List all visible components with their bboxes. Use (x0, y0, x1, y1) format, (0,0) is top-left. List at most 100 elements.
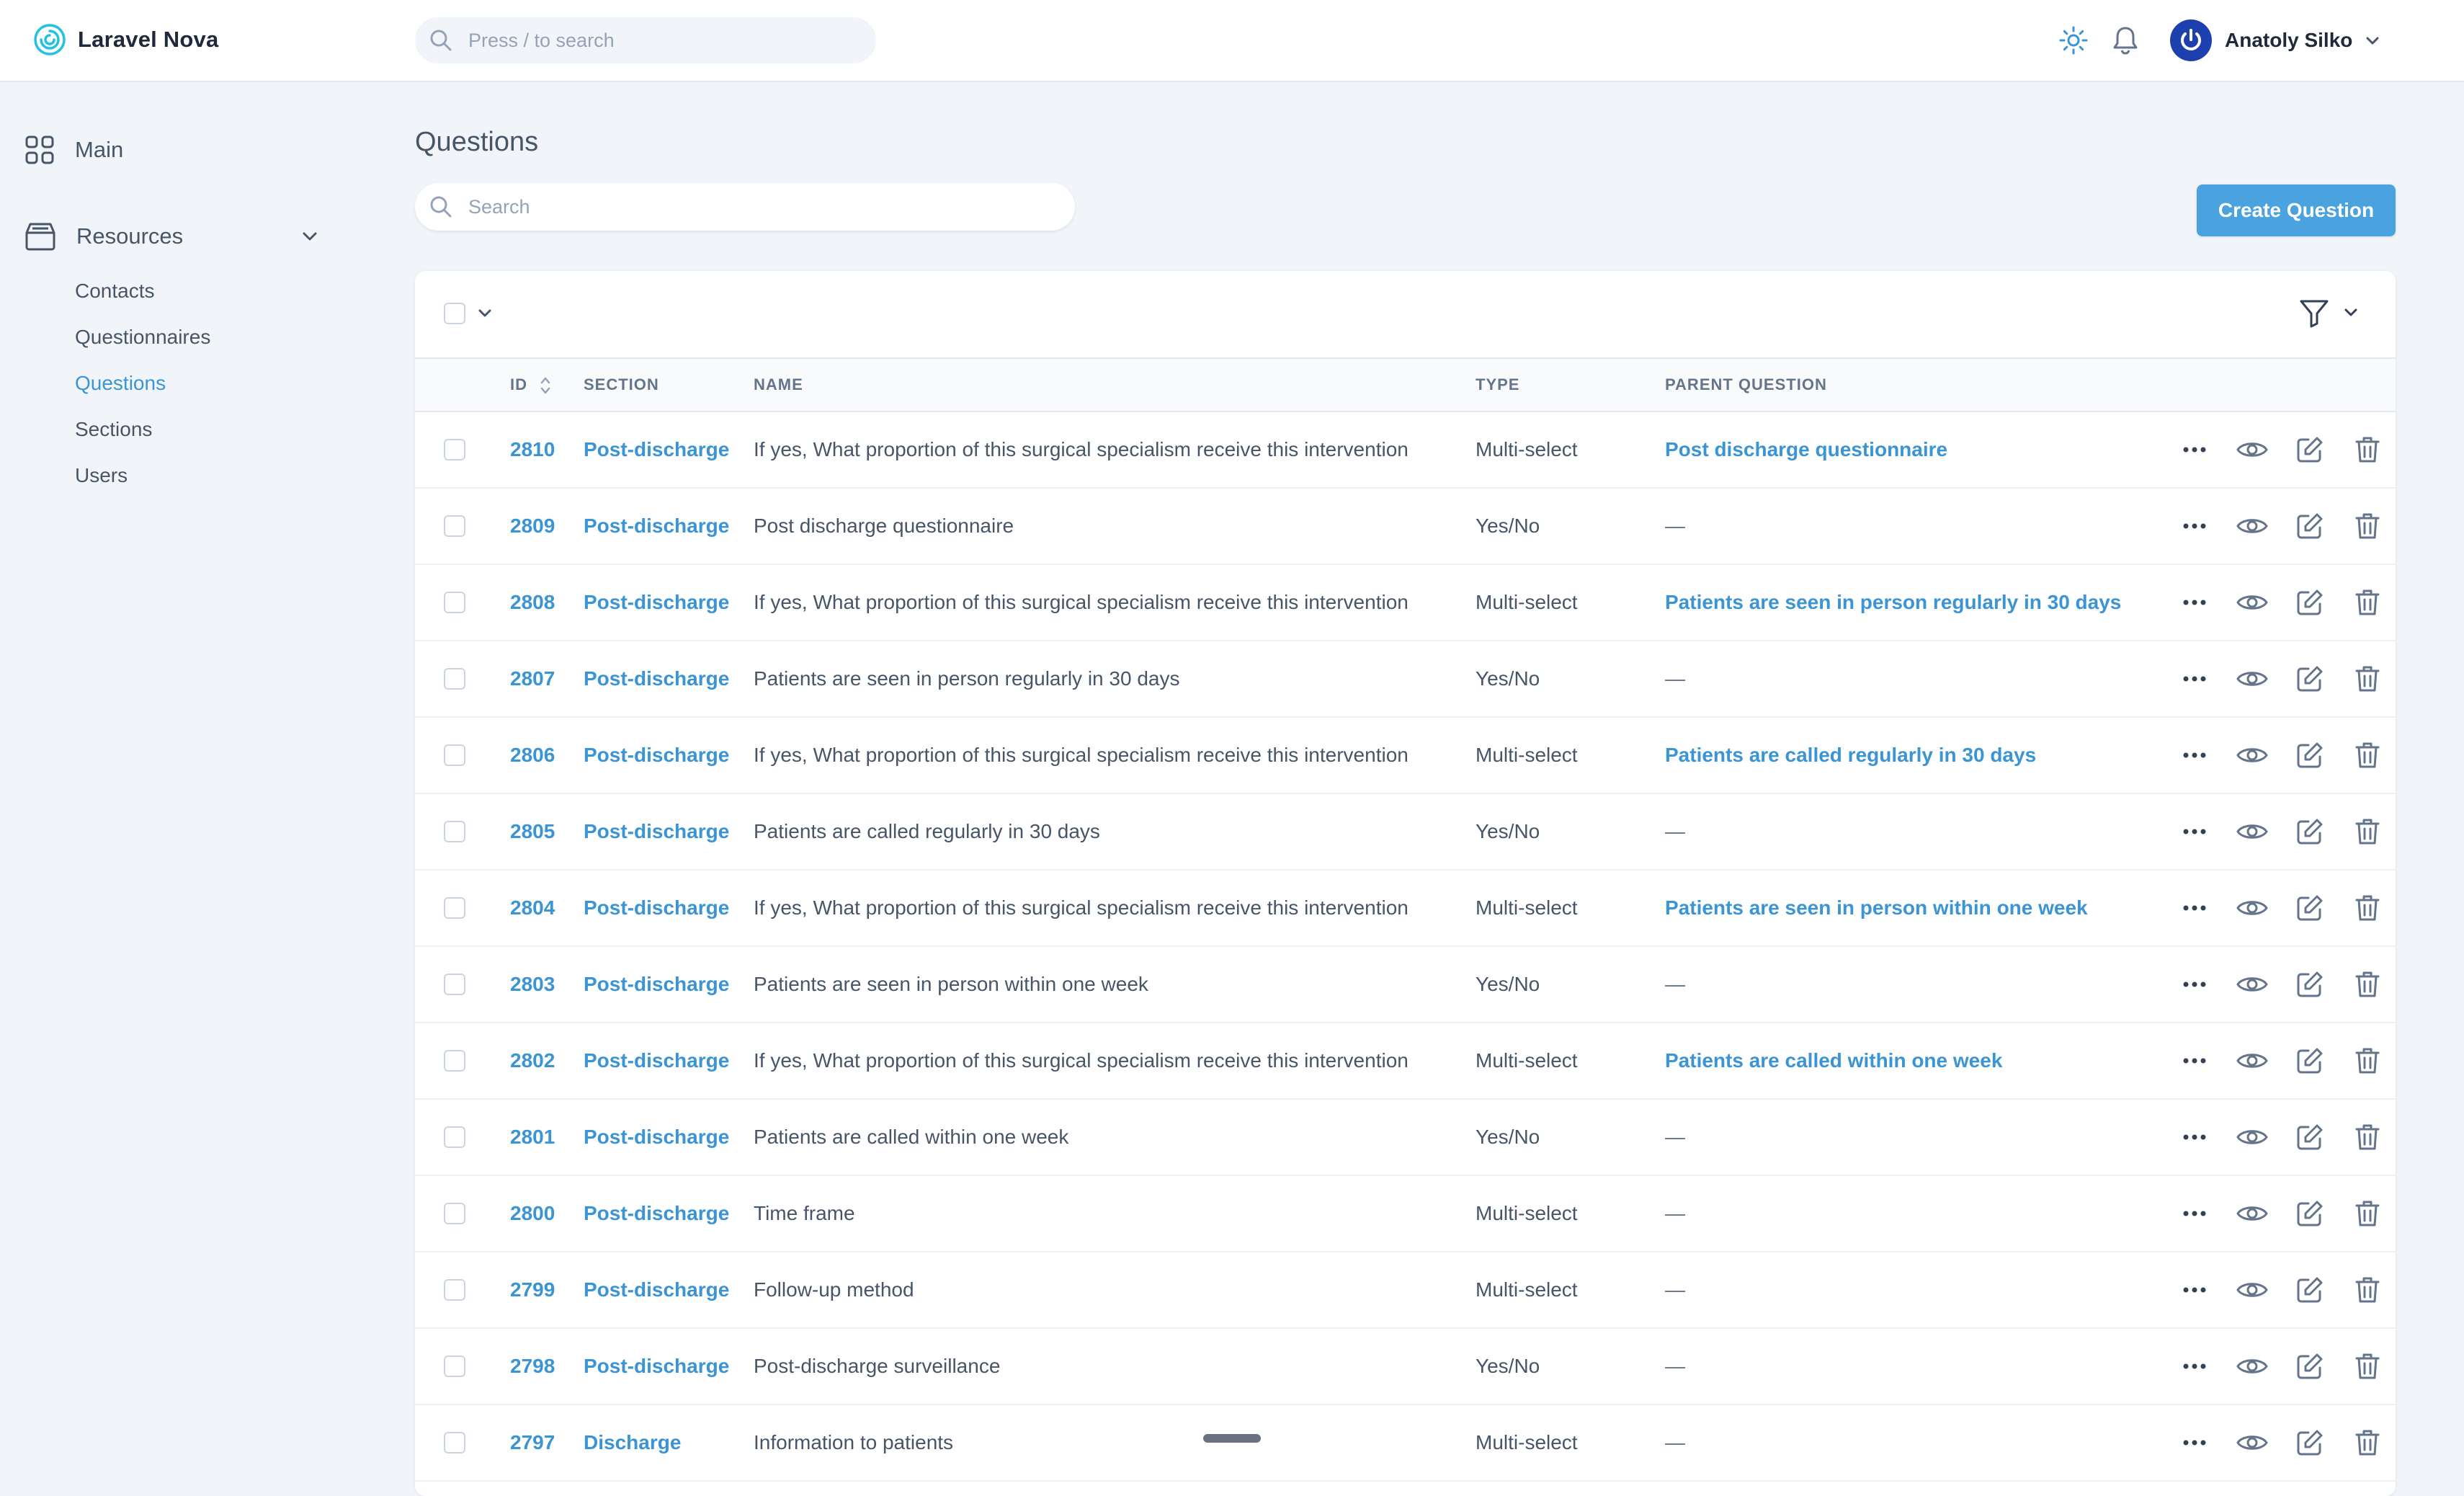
row-more-button[interactable] (2166, 565, 2223, 640)
row-more-button[interactable] (2166, 718, 2223, 793)
row-checkbox[interactable] (444, 1203, 465, 1224)
row-more-button[interactable] (2166, 794, 2223, 869)
row-view-button[interactable] (2223, 1405, 2281, 1480)
row-delete-button[interactable] (2339, 947, 2396, 1022)
row-delete-button[interactable] (2339, 1329, 2396, 1404)
row-id-link[interactable]: 2804 (510, 871, 555, 945)
row-delete-button[interactable] (2339, 1100, 2396, 1175)
row-checkbox[interactable] (444, 821, 465, 842)
table-row[interactable]: 2801 Post-discharge Patients are called … (415, 1100, 2396, 1176)
table-row[interactable]: 2806 Post-discharge If yes, What proport… (415, 718, 2396, 794)
row-more-button[interactable] (2166, 871, 2223, 945)
brand-logo[interactable]: Laravel Nova (33, 20, 218, 59)
row-checkbox[interactable] (444, 668, 465, 690)
row-more-button[interactable] (2166, 641, 2223, 716)
row-edit-button[interactable] (2281, 1252, 2339, 1327)
row-view-button[interactable] (2223, 718, 2281, 793)
row-edit-button[interactable] (2281, 412, 2339, 487)
row-parent-question-link[interactable]: Post discharge questionnaire (1665, 412, 1947, 487)
row-edit-button[interactable] (2281, 1023, 2339, 1098)
row-section-link[interactable]: Post-discharge (584, 871, 729, 945)
row-delete-button[interactable] (2339, 1176, 2396, 1251)
row-id-link[interactable]: 2800 (510, 1176, 555, 1251)
table-row[interactable]: 2810 Post-discharge If yes, What proport… (415, 412, 2396, 489)
row-id-link[interactable]: 2810 (510, 412, 555, 487)
column-header-id[interactable]: ID (510, 359, 551, 411)
row-view-button[interactable] (2223, 1329, 2281, 1404)
row-id-link[interactable]: 2807 (510, 641, 555, 716)
row-delete-button[interactable] (2339, 489, 2396, 564)
row-edit-button[interactable] (2281, 718, 2339, 793)
table-row[interactable]: 2804 Post-discharge If yes, What proport… (415, 871, 2396, 947)
row-more-button[interactable] (2166, 1023, 2223, 1098)
row-more-button[interactable] (2166, 947, 2223, 1022)
row-view-button[interactable] (2223, 412, 2281, 487)
row-section-link[interactable]: Post-discharge (584, 794, 729, 869)
row-parent-question-link[interactable]: Patients are seen in person within one w… (1665, 871, 2088, 945)
row-section-link[interactable]: Post-discharge (584, 1023, 729, 1098)
row-checkbox[interactable] (444, 974, 465, 995)
sidebar-item-questions[interactable]: Questions (75, 360, 210, 406)
create-question-button[interactable]: Create Question (2197, 184, 2396, 236)
table-row[interactable]: 2797 Discharge Information to patients M… (415, 1405, 2396, 1482)
row-section-link[interactable]: Discharge (584, 1405, 681, 1480)
row-view-button[interactable] (2223, 641, 2281, 716)
table-row[interactable]: 2805 Post-discharge Patients are called … (415, 794, 2396, 871)
row-checkbox[interactable] (444, 592, 465, 613)
resource-search[interactable] (415, 183, 1075, 231)
row-id-link[interactable]: 2806 (510, 718, 555, 793)
row-edit-button[interactable] (2281, 1176, 2339, 1251)
row-edit-button[interactable] (2281, 794, 2339, 869)
select-all-control[interactable] (444, 303, 494, 324)
row-delete-button[interactable] (2339, 794, 2396, 869)
table-row[interactable]: 2798 Post-discharge Post-discharge surve… (415, 1329, 2396, 1405)
table-row[interactable]: 2807 Post-discharge Patients are seen in… (415, 641, 2396, 718)
row-checkbox[interactable] (444, 1279, 465, 1301)
row-section-link[interactable]: Post-discharge (584, 489, 729, 564)
row-id-link[interactable]: 2803 (510, 947, 555, 1022)
row-edit-button[interactable] (2281, 565, 2339, 640)
row-section-link[interactable]: Post-discharge (584, 412, 729, 487)
sidebar-item-main[interactable]: Main (24, 130, 123, 170)
row-edit-button[interactable] (2281, 1405, 2339, 1480)
row-parent-question-link[interactable]: Patients are seen in person regularly in… (1665, 565, 2121, 640)
row-id-link[interactable]: 2797 (510, 1405, 555, 1480)
row-more-button[interactable] (2166, 489, 2223, 564)
row-id-link[interactable]: 2799 (510, 1252, 555, 1327)
row-more-button[interactable] (2166, 1329, 2223, 1404)
sidebar-item-contacts[interactable]: Contacts (75, 268, 210, 314)
row-checkbox[interactable] (444, 1355, 465, 1377)
row-checkbox[interactable] (444, 439, 465, 460)
row-view-button[interactable] (2223, 1023, 2281, 1098)
row-view-button[interactable] (2223, 1176, 2281, 1251)
row-view-button[interactable] (2223, 947, 2281, 1022)
row-parent-question-link[interactable]: Patients are called within one week (1665, 1023, 2002, 1098)
row-view-button[interactable] (2223, 489, 2281, 564)
row-more-button[interactable] (2166, 1252, 2223, 1327)
sidebar-item-users[interactable]: Users (75, 453, 210, 499)
table-row[interactable]: 2809 Post-discharge Post discharge quest… (415, 489, 2396, 565)
notifications-button[interactable] (2110, 25, 2141, 56)
row-view-button[interactable] (2223, 871, 2281, 945)
row-more-button[interactable] (2166, 1100, 2223, 1175)
row-id-link[interactable]: 2809 (510, 489, 555, 564)
global-search-input[interactable] (467, 28, 844, 53)
table-row[interactable]: 2802 Post-discharge If yes, What proport… (415, 1023, 2396, 1100)
row-delete-button[interactable] (2339, 1023, 2396, 1098)
row-edit-button[interactable] (2281, 947, 2339, 1022)
horizontal-scrollbar[interactable] (1203, 1434, 1261, 1443)
row-id-link[interactable]: 2808 (510, 565, 555, 640)
row-delete-button[interactable] (2339, 871, 2396, 945)
row-delete-button[interactable] (2339, 1252, 2396, 1327)
sidebar-item-sections[interactable]: Sections (75, 406, 210, 453)
row-delete-button[interactable] (2339, 1405, 2396, 1480)
sidebar-item-questionnaires[interactable]: Questionnaires (75, 314, 210, 360)
row-view-button[interactable] (2223, 794, 2281, 869)
table-row[interactable]: 2799 Post-discharge Follow-up method Mul… (415, 1252, 2396, 1329)
row-checkbox[interactable] (444, 1432, 465, 1453)
row-section-link[interactable]: Post-discharge (584, 1176, 729, 1251)
row-section-link[interactable]: Post-discharge (584, 641, 729, 716)
row-more-button[interactable] (2166, 1176, 2223, 1251)
row-checkbox[interactable] (444, 1126, 465, 1148)
resource-search-input[interactable] (467, 195, 1032, 219)
